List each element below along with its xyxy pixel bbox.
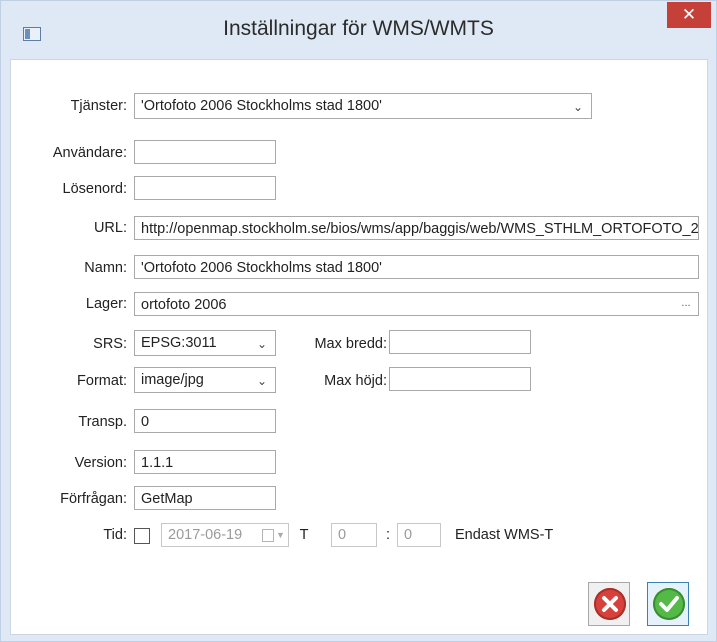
cancel-icon — [594, 588, 626, 620]
format-label: Format: — [77, 373, 127, 389]
max-width-label: Max bredd: — [314, 336, 387, 352]
time-label: Tid: — [103, 527, 127, 543]
user-input[interactable] — [134, 140, 276, 164]
services-label: Tjänster: — [70, 98, 127, 114]
wms-t-note: Endast WMS-T — [455, 527, 554, 543]
url-input[interactable]: http://openmap.stockholm.se/bios/wms/app… — [134, 216, 699, 240]
srs-value: EPSG:3011 — [141, 335, 217, 351]
t-label: T — [299, 527, 309, 543]
services-dropdown[interactable]: 'Ortofoto 2006 Stockholms stad 1800' ⌄ — [134, 93, 592, 119]
form-panel: Tjänster: 'Ortofoto 2006 Stockholms stad… — [10, 59, 708, 635]
format-dropdown[interactable]: image/jpg ⌄ — [134, 367, 276, 393]
layers-value: ortofoto 2006 — [141, 297, 227, 313]
time-colon: : — [385, 527, 391, 543]
layers-label: Lager: — [85, 296, 127, 312]
password-input[interactable] — [134, 176, 276, 200]
browse-layers-button[interactable]: ... — [675, 294, 697, 314]
ok-icon — [653, 588, 685, 620]
hour-input[interactable]: 0 — [331, 523, 377, 547]
cancel-button[interactable] — [588, 582, 630, 626]
window-title: Inställningar för WMS/WMTS — [223, 17, 494, 40]
version-label: Version: — [74, 455, 127, 471]
srs-dropdown[interactable]: EPSG:3011 ⌄ — [134, 330, 276, 356]
chevron-down-icon: ▼ — [276, 530, 285, 540]
chevron-down-icon: ⌄ — [256, 337, 267, 351]
srs-label: SRS: — [93, 336, 127, 352]
transp-label: Transp. — [78, 414, 127, 430]
password-label: Lösenord: — [62, 181, 128, 197]
ok-button[interactable] — [647, 582, 689, 626]
format-value: image/jpg — [141, 372, 204, 388]
transp-input[interactable]: 0 — [134, 409, 276, 433]
minute-input[interactable]: 0 — [397, 523, 441, 547]
title-bar: Inställningar för WMS/WMTS ✕ — [1, 1, 716, 59]
layers-input[interactable]: ortofoto 2006 ... — [134, 292, 699, 316]
settings-dialog: Inställningar för WMS/WMTS ✕ Tjänster: '… — [0, 0, 717, 642]
max-width-input[interactable] — [389, 330, 531, 354]
request-label: Förfrågan: — [60, 491, 127, 507]
name-input[interactable]: 'Ortofoto 2006 Stockholms stad 1800' — [134, 255, 699, 279]
chevron-down-icon: ⌄ — [572, 100, 583, 114]
close-button[interactable]: ✕ — [667, 2, 711, 28]
services-value: 'Ortofoto 2006 Stockholms stad 1800' — [141, 98, 382, 114]
chevron-down-icon: ⌄ — [256, 374, 267, 388]
date-picker[interactable]: 2017-06-19 ▼ — [161, 523, 289, 547]
version-input[interactable]: 1.1.1 — [134, 450, 276, 474]
request-input[interactable]: GetMap — [134, 486, 276, 510]
max-height-label: Max höjd: — [324, 373, 387, 389]
calendar-icon — [262, 529, 274, 542]
url-label: URL: — [93, 220, 127, 236]
name-label: Namn: — [84, 260, 127, 276]
date-value: 2017-06-19 — [168, 527, 243, 543]
user-label: Användare: — [52, 145, 127, 161]
max-height-input[interactable] — [389, 367, 531, 391]
time-checkbox[interactable] — [134, 528, 150, 544]
